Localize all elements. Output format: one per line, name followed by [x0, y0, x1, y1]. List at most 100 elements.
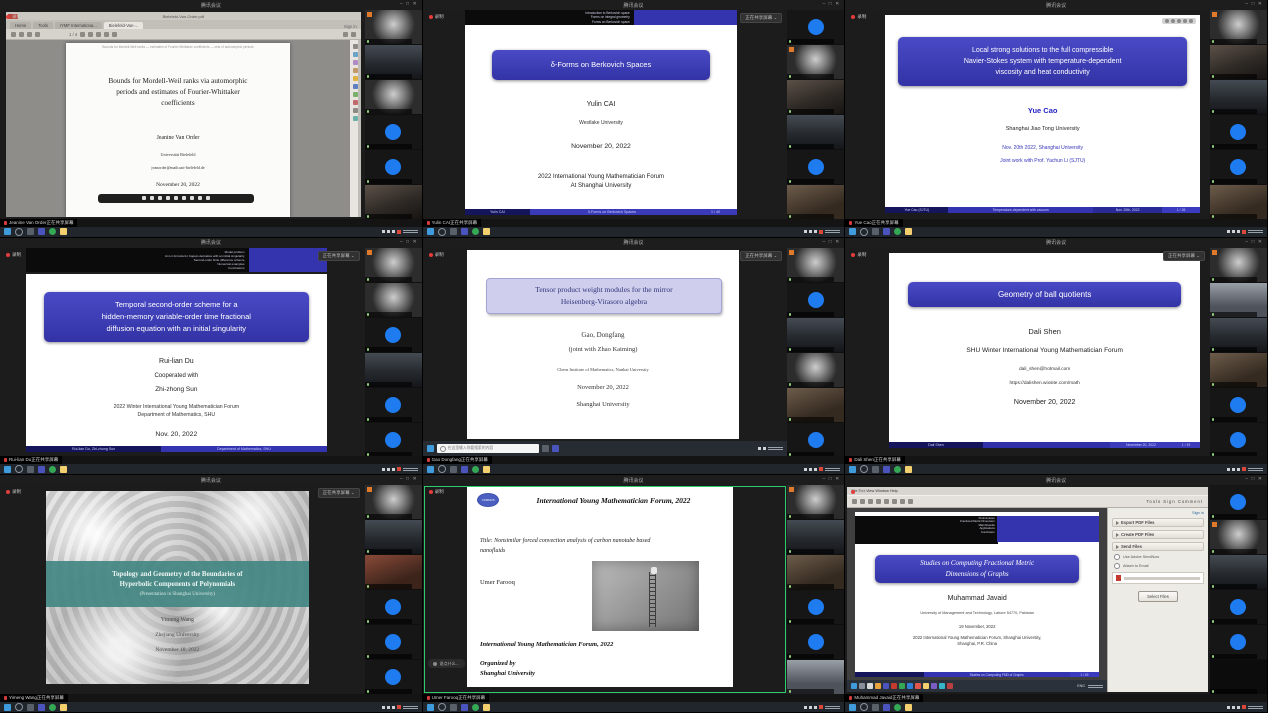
start-button-icon[interactable]: [427, 228, 434, 235]
system-tray[interactable]: [1227, 704, 1263, 711]
start-button-icon[interactable]: [4, 704, 11, 711]
tray-icon[interactable]: [387, 706, 390, 709]
task-view-icon[interactable]: [450, 466, 457, 473]
windows-taskbar[interactable]: [423, 227, 845, 237]
participant-video[interactable]: [787, 10, 844, 44]
system-tray[interactable]: [382, 228, 418, 235]
task-view-icon[interactable]: [872, 228, 879, 235]
start-button-icon[interactable]: [849, 704, 856, 711]
teams-app-icon[interactable]: [461, 704, 468, 711]
participant-sidebar[interactable]: [787, 248, 844, 457]
task-view-icon[interactable]: [872, 704, 879, 711]
window-titlebar[interactable]: 腾讯会议 – □ ✕: [423, 475, 845, 485]
window-titlebar[interactable]: 腾讯会议 – □ ✕: [845, 0, 1267, 10]
tray-icon[interactable]: [1237, 230, 1240, 233]
taskbar-search-icon[interactable]: [860, 703, 868, 711]
participant-video[interactable]: [365, 185, 422, 219]
tab-tools[interactable]: Tools: [33, 22, 53, 29]
participant-video[interactable]: [365, 520, 422, 554]
taskbar-search-icon[interactable]: [15, 465, 23, 473]
teams-app-icon[interactable]: [461, 228, 468, 235]
participant-video[interactable]: [365, 555, 422, 589]
task-view-icon[interactable]: [27, 466, 34, 473]
tab-home[interactable]: Home: [10, 22, 31, 29]
tray-icon[interactable]: [392, 706, 395, 709]
window-controls-icon[interactable]: – □ ✕: [823, 239, 841, 245]
windows-taskbar[interactable]: [423, 702, 845, 712]
delete-icon[interactable]: [112, 32, 117, 37]
participant-video[interactable]: [787, 388, 844, 422]
participant-sidebar[interactable]: [365, 10, 422, 219]
participant-video[interactable]: [365, 10, 422, 44]
app-icon[interactable]: [907, 683, 913, 689]
participant-video[interactable]: [365, 150, 422, 184]
participant-sidebar[interactable]: [1210, 10, 1267, 219]
tray-icon[interactable]: [804, 468, 807, 471]
meeting-app-icon[interactable]: [894, 704, 901, 711]
window-controls-icon[interactable]: – □ ✕: [400, 1, 418, 7]
window-titlebar[interactable]: 腾讯会议 – □ ✕: [423, 0, 845, 10]
participant-video[interactable]: [1210, 80, 1267, 114]
search-icon[interactable]: [35, 32, 40, 37]
app-icon[interactable]: [899, 683, 905, 689]
tray-icon[interactable]: [1232, 230, 1235, 233]
tray-icon[interactable]: [804, 706, 807, 709]
participant-video[interactable]: [365, 353, 422, 387]
window-titlebar[interactable]: 腾讯会议 – □ ✕: [845, 475, 1267, 485]
participant-video[interactable]: [1210, 10, 1267, 44]
participant-video[interactable]: [1210, 555, 1267, 589]
participant-video[interactable]: [1210, 185, 1267, 219]
participant-video[interactable]: [1210, 660, 1267, 694]
task-view-icon[interactable]: [872, 466, 879, 473]
explorer-icon[interactable]: [483, 466, 490, 473]
app-icon[interactable]: [875, 683, 881, 689]
teams-app-icon[interactable]: [461, 466, 468, 473]
save-icon[interactable]: [27, 32, 32, 37]
teams-app-icon[interactable]: [38, 466, 45, 473]
window-titlebar[interactable]: 腾讯会议 – □ ✕: [0, 238, 422, 248]
zoom-out-icon[interactable]: [158, 196, 162, 200]
system-tray[interactable]: [804, 466, 840, 473]
windows-taskbar[interactable]: [0, 464, 422, 474]
taskbar-search-input[interactable]: 在这里输入你要搜索的内容: [437, 444, 539, 453]
app-icon[interactable]: [552, 445, 559, 452]
start-button-icon[interactable]: [849, 466, 856, 473]
start-button-icon[interactable]: [4, 466, 11, 473]
cursor-icon[interactable]: [142, 196, 146, 200]
print-icon[interactable]: [868, 499, 873, 504]
share-icon[interactable]: [343, 32, 348, 37]
tray-icon[interactable]: [382, 468, 385, 471]
tray-icon[interactable]: [1237, 468, 1240, 471]
participant-video[interactable]: [787, 590, 844, 624]
participant-video[interactable]: [1210, 150, 1267, 184]
meeting-tray-icon[interactable]: [819, 230, 823, 234]
chat-input-pill[interactable]: 说点什么…: [428, 659, 465, 668]
app-icon[interactable]: [915, 683, 921, 689]
task-view-icon[interactable]: [27, 704, 34, 711]
app-icon[interactable]: [859, 683, 865, 689]
participant-video[interactable]: [1210, 625, 1267, 659]
tray-icon[interactable]: [387, 468, 390, 471]
shared-windows-taskbar[interactable]: ENG: [847, 680, 1107, 692]
select-files-button[interactable]: Select Files: [1138, 591, 1178, 602]
participant-video[interactable]: [787, 318, 844, 352]
tray-icon[interactable]: [382, 230, 385, 233]
participant-video[interactable]: [787, 45, 844, 79]
meeting-app-icon[interactable]: [49, 704, 56, 711]
share-pill[interactable]: 正在共享屏幕 ⌄: [1163, 251, 1205, 261]
meeting-tray-icon[interactable]: [1242, 230, 1246, 234]
nav-icon[interactable]: [1189, 19, 1193, 23]
expand-icon[interactable]: [351, 32, 356, 37]
acrobat-menubar[interactable]: File Edit View Window Help: [847, 487, 1208, 495]
meeting-tray-icon[interactable]: [397, 467, 401, 471]
tray-icon[interactable]: [814, 468, 817, 471]
tray-icon[interactable]: [814, 706, 817, 709]
meeting-tray-icon[interactable]: [397, 705, 401, 709]
participant-sidebar[interactable]: [365, 485, 422, 694]
tray-icon[interactable]: [1227, 230, 1230, 233]
explorer-icon[interactable]: [60, 466, 67, 473]
participant-video[interactable]: [787, 115, 844, 149]
shared-windows-taskbar[interactable]: 在这里输入你要搜索的内容: [423, 441, 788, 456]
tray-icon[interactable]: [387, 230, 390, 233]
attached-file-row[interactable]: [1112, 572, 1204, 584]
